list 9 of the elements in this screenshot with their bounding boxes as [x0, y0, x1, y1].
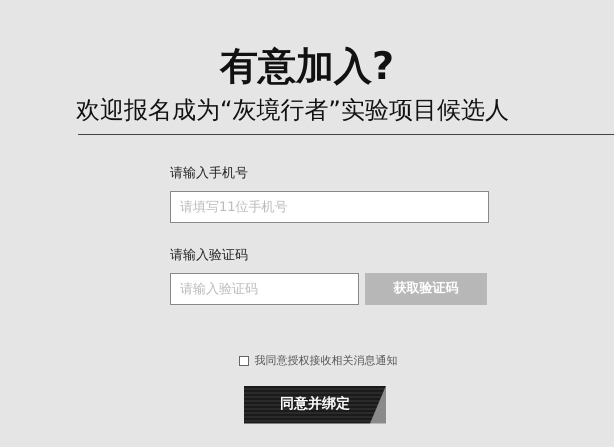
field-label: 请输入验证码: [170, 247, 249, 265]
page-title: 有意加入?: [218, 43, 396, 90]
submit-button[interactable]: 同意并绑定: [244, 386, 386, 424]
consent-label: 我同意授权接收相关消息通知: [254, 353, 398, 369]
phone-input[interactable]: 请填写11位手机号: [170, 191, 489, 223]
field-label: 请输入手机号: [170, 165, 249, 183]
consent-checkbox[interactable]: [238, 356, 248, 366]
code-input[interactable]: 请输入验证码: [170, 273, 359, 305]
page-subtitle: 欢迎报名成为“灰境行者”实验项目候选人: [76, 95, 510, 126]
